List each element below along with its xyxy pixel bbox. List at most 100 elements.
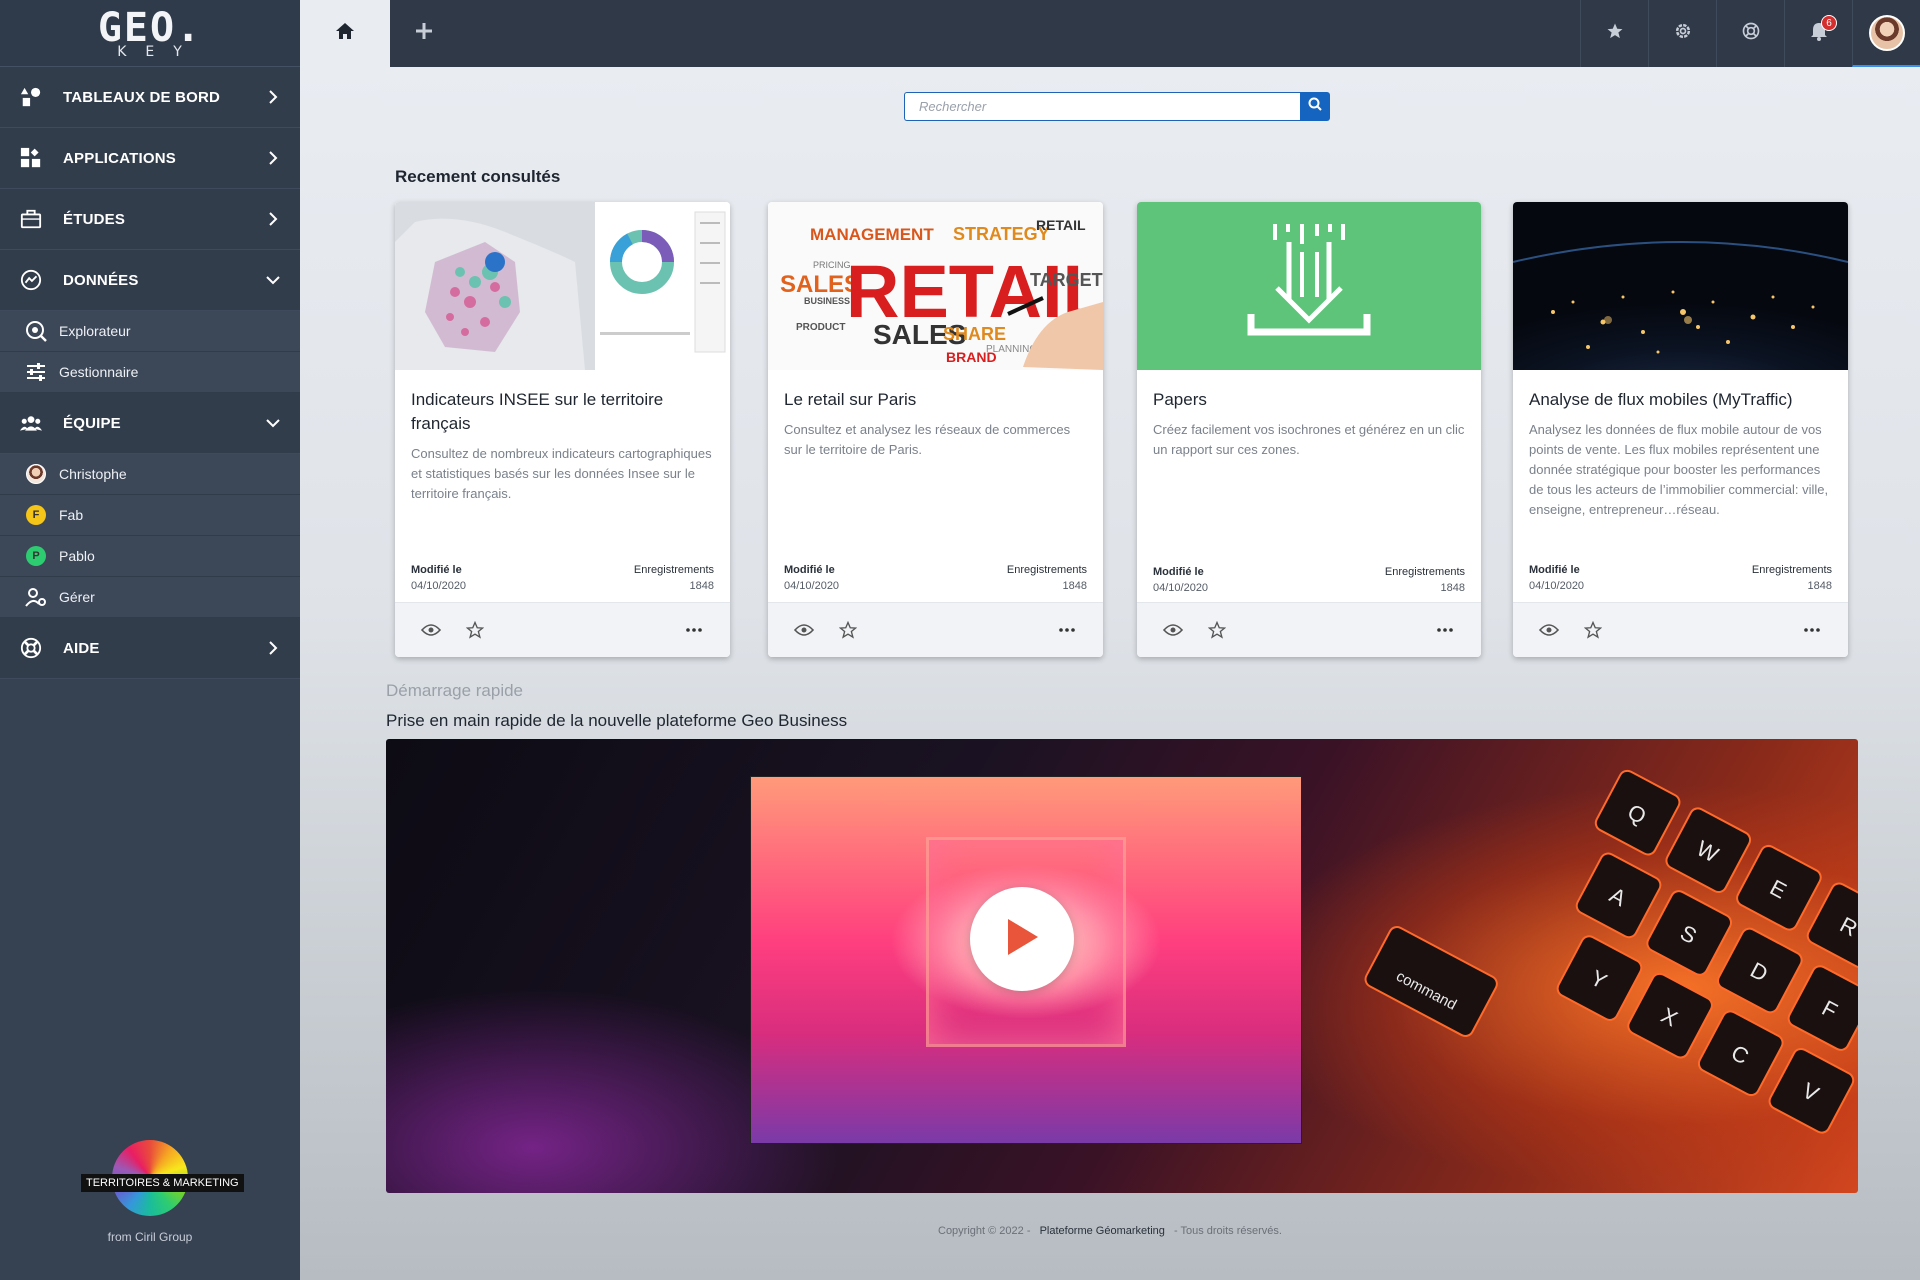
card-insee[interactable]: Indicateurs INSEE sur le territoire fran… <box>395 202 730 657</box>
eye-icon[interactable] <box>1537 618 1561 642</box>
sidebar-item-label: AIDE <box>63 639 100 657</box>
quickstart-title: Démarrage rapide <box>386 681 524 700</box>
card-retail-paris[interactable]: MANAGEMENT STRATEGY RETAIL SALES RETAIL … <box>768 202 1103 657</box>
search-input[interactable] <box>904 92 1300 121</box>
card-title: Papers <box>1153 390 1207 409</box>
favorites-button[interactable] <box>1580 0 1648 67</box>
briefcase-icon <box>20 208 42 230</box>
records-label: Enregistrements <box>1384 566 1465 578</box>
sidebar-item-equipe[interactable]: ÉQUIPE <box>0 393 300 454</box>
records-count: 1848 <box>689 580 714 592</box>
eye-icon[interactable] <box>419 618 443 642</box>
card-description: Consultez de nombreux indicateurs cartog… <box>411 446 712 501</box>
modified-label: Modifié le <box>1529 564 1580 576</box>
sidebar-item-tableaux-de-bord[interactable]: TABLEAUX DE BORD <box>0 67 300 128</box>
records-label: Enregistrements <box>1006 564 1087 576</box>
modified-date: 04/10/2020 <box>411 580 467 592</box>
tab-home[interactable] <box>300 0 390 67</box>
more-icon[interactable] <box>1055 618 1079 642</box>
sidebar-subitem-fab[interactable]: F Fab <box>0 495 300 536</box>
wordcloud-word: PRODUCT <box>796 322 845 333</box>
card-mytraffic[interactable]: Analyse de flux mobiles (MyTraffic) Anal… <box>1513 202 1848 657</box>
card-title: Indicateurs INSEE sur le territoire fran… <box>411 390 664 433</box>
star-icon <box>1606 22 1624 45</box>
sidebar-item-label: TABLEAUX DE BORD <box>63 88 221 106</box>
brand-label: TERRITOIRES & MARKETING <box>81 1174 244 1192</box>
wordcloud-word: RETAIL <box>1036 217 1086 233</box>
sidebar-subitem-christophe[interactable]: Christophe <box>0 454 300 495</box>
search-button[interactable] <box>1300 92 1330 121</box>
home-icon <box>335 22 355 45</box>
sidebar-subitem-label: Explorateur <box>59 323 131 339</box>
wordcloud-word: TARGET <box>1030 270 1103 290</box>
support-button[interactable] <box>1716 0 1784 67</box>
card-meta: Modifié le 04/10/2020 Enregistrements 1848 <box>411 564 714 592</box>
gear-icon <box>1673 21 1693 46</box>
support-icon <box>1741 21 1761 46</box>
card-description: Créez facilement vos isochrones et génér… <box>1153 422 1465 457</box>
card-papers[interactable]: Papers Créez facilement vos isochrones e… <box>1137 202 1481 657</box>
records-label: Enregistrements <box>633 564 714 576</box>
footer-link-platform[interactable]: Plateforme Géomarketing <box>1040 1225 1165 1237</box>
more-icon[interactable] <box>1800 618 1824 642</box>
partner-brand: TERRITOIRES & MARKETING from Ciril Group <box>0 1140 300 1244</box>
eye-icon[interactable] <box>792 618 816 642</box>
card-actions <box>1513 602 1848 657</box>
card-meta: Modifié le 04/10/2020 Enregistrements 1848 <box>1529 564 1832 592</box>
sidebar-subitem-label: Gestionnaire <box>59 364 139 380</box>
keyboard-illustration: QWERASDFYXCVcommand <box>1364 769 1858 1134</box>
star-icon[interactable] <box>836 618 860 642</box>
more-icon[interactable] <box>1433 618 1457 642</box>
sidebar: GEO. KEY TABLEAUX DE BORD APPLICATIONS É… <box>0 0 300 1280</box>
settings-button[interactable] <box>1648 0 1716 67</box>
manage-icon <box>25 586 47 608</box>
play-button[interactable] <box>970 887 1074 991</box>
card-thumbnail-download <box>1137 202 1481 370</box>
logo-main-text: GEO. <box>97 4 203 51</box>
keyboard-key <box>1364 926 1498 1037</box>
chevron-down-icon <box>266 273 280 287</box>
eye-icon[interactable] <box>1161 618 1185 642</box>
notifications-button[interactable]: 6 <box>1784 0 1852 67</box>
card-meta: Modifié le 04/10/2020 Enregistrements 1848 <box>1153 566 1465 594</box>
records-count: 1848 <box>1807 580 1832 592</box>
avatar-letter: P <box>26 546 46 566</box>
star-icon[interactable] <box>463 618 487 642</box>
avatar <box>25 463 47 485</box>
modified-date: 04/10/2020 <box>1529 580 1585 592</box>
sidebar-subitem-gestionnaire[interactable]: Gestionnaire <box>0 352 300 393</box>
modified-date: 04/10/2020 <box>784 580 840 592</box>
explore-icon <box>25 320 47 342</box>
sidebar-subitem-label: Gérer <box>59 589 95 605</box>
logo[interactable]: GEO. KEY <box>0 0 300 67</box>
plus-icon <box>414 21 434 46</box>
wordcloud-word: PRICING <box>813 260 851 270</box>
video-player[interactable] <box>750 776 1302 1144</box>
star-icon[interactable] <box>1205 618 1229 642</box>
sidebar-item-applications[interactable]: APPLICATIONS <box>0 128 300 189</box>
card-title: Analyse de flux mobiles (MyTraffic) <box>1529 390 1793 409</box>
sliders-icon <box>25 361 47 383</box>
footer-copyright: Copyright © 2022 - <box>938 1225 1031 1237</box>
card-thumbnail-earth-night <box>1513 202 1848 370</box>
tab-add-button[interactable] <box>390 0 458 67</box>
more-icon[interactable] <box>682 618 706 642</box>
sidebar-subitem-gerer[interactable]: Gérer <box>0 577 300 618</box>
sidebar-item-label: APPLICATIONS <box>63 149 176 167</box>
card-meta: Modifié le 04/10/2020 Enregistrements 1848 <box>784 564 1087 592</box>
card-title: Le retail sur Paris <box>784 390 917 409</box>
footer-rights: - Tous droits réservés. <box>1173 1225 1282 1237</box>
user-menu-button[interactable] <box>1852 0 1920 67</box>
sidebar-subitem-explorateur[interactable]: Explorateur <box>0 311 300 352</box>
search-icon <box>1308 97 1322 116</box>
sidebar-item-etudes[interactable]: ÉTUDES <box>0 189 300 250</box>
sidebar-item-label: DONNÉES <box>63 271 139 289</box>
records-count: 1848 <box>1062 580 1087 592</box>
star-icon[interactable] <box>1581 618 1605 642</box>
main-content: Recement consultés Indicateurs INSEE sur <box>300 67 1920 1280</box>
card-actions <box>395 602 730 657</box>
sidebar-subitem-pablo[interactable]: P Pablo <box>0 536 300 577</box>
sidebar-item-aide[interactable]: AIDE <box>0 618 300 679</box>
records-label: Enregistrements <box>1751 564 1832 576</box>
sidebar-item-donnees[interactable]: DONNÉES <box>0 250 300 311</box>
